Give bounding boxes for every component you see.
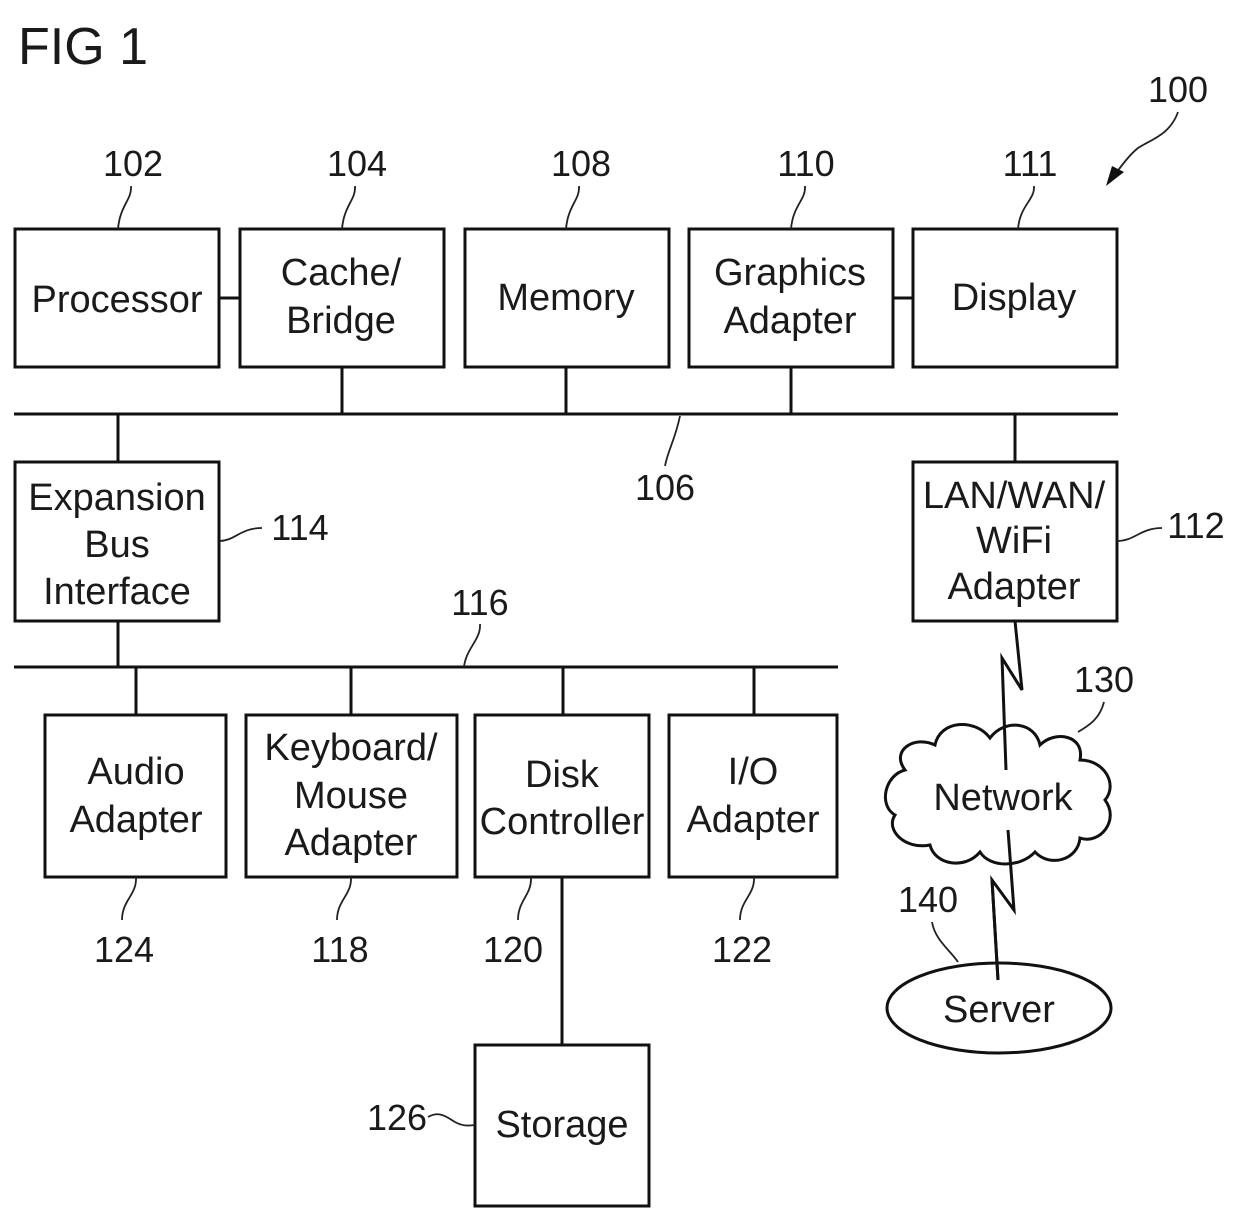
processor-label: Processor (31, 279, 202, 321)
lan-wan-label: LAN/WAN/ (923, 475, 1106, 517)
lan-adapter-label: Adapter (947, 566, 1080, 608)
ref-120: 120 (483, 929, 543, 970)
display-label: Display (952, 277, 1077, 319)
wireless-link-lan-network (1000, 620, 1024, 771)
audio-adapter-label: Adapter (69, 799, 202, 841)
ref-130: 130 (1074, 659, 1134, 700)
processor-block: Processor 102 (13, 143, 221, 369)
ref-100: 100 (1148, 69, 1208, 110)
ref-110: 110 (777, 143, 834, 184)
block-diagram: FIG 1 100 106 Processor 102 Cache/ Bridg… (13, 18, 1225, 1208)
ref-106: 106 (635, 467, 695, 508)
expansion-bus-interface-block: Expansion Bus Interface 114 (13, 460, 329, 623)
ref-122: 122 (712, 929, 772, 970)
memory-block: Memory 108 (463, 143, 671, 369)
io-adapter-block: I/O Adapter 122 (667, 713, 839, 970)
storage-block: Storage 126 (367, 1043, 651, 1208)
keyboard-adapter-label: Adapter (284, 822, 417, 864)
ref-106-leader (664, 415, 681, 467)
cache-bridge-block: Cache/ Bridge 104 (238, 143, 446, 369)
adapter-label: Adapter (723, 300, 856, 342)
ref-104: 104 (327, 143, 387, 184)
storage-label: Storage (495, 1104, 628, 1146)
ref-116-leader (463, 623, 481, 668)
display-block: Display 111 (911, 143, 1119, 369)
ref-126: 126 (367, 1097, 427, 1138)
ref-114: 114 (271, 507, 328, 548)
ref-116: 116 (451, 582, 508, 623)
expansion-label: Expansion (28, 477, 205, 519)
graphics-label: Graphics (714, 252, 866, 294)
cache-label: Cache/ (281, 252, 402, 294)
ref-112: 112 (1167, 505, 1224, 546)
ref-108: 108 (551, 143, 611, 184)
arrow-head-icon (1106, 166, 1124, 186)
wifi-label: WiFi (976, 520, 1052, 562)
mouse-label: Mouse (294, 775, 408, 817)
server-node: Server 140 (885, 879, 1113, 1055)
bus-label: Bus (84, 524, 149, 566)
lan-wan-wifi-adapter-block: LAN/WAN/ WiFi Adapter 112 (911, 460, 1225, 623)
audio-label: Audio (87, 751, 184, 793)
io-label: I/O (728, 751, 779, 793)
audio-adapter-block: Audio Adapter 124 (43, 713, 228, 970)
io-adapter-label: Adapter (686, 799, 819, 841)
interface-label: Interface (43, 571, 191, 613)
keyboard-label: Keyboard/ (264, 727, 438, 769)
bridge-label: Bridge (286, 300, 396, 342)
ref-111: 111 (1003, 143, 1058, 184)
ref-140: 140 (898, 879, 958, 920)
network-label: Network (933, 777, 1073, 819)
ref-118: 118 (311, 929, 368, 970)
keyboard-mouse-adapter-block: Keyboard/ Mouse Adapter 118 (244, 713, 459, 970)
memory-label: Memory (497, 277, 634, 319)
disk-label: Disk (525, 754, 600, 796)
ref-124: 124 (94, 929, 154, 970)
ref-102: 102 (103, 143, 163, 184)
controller-label: Controller (480, 801, 645, 843)
figure-title: FIG 1 (18, 18, 148, 76)
graphics-adapter-block: Graphics Adapter 110 (687, 143, 895, 369)
server-label: Server (943, 989, 1055, 1031)
